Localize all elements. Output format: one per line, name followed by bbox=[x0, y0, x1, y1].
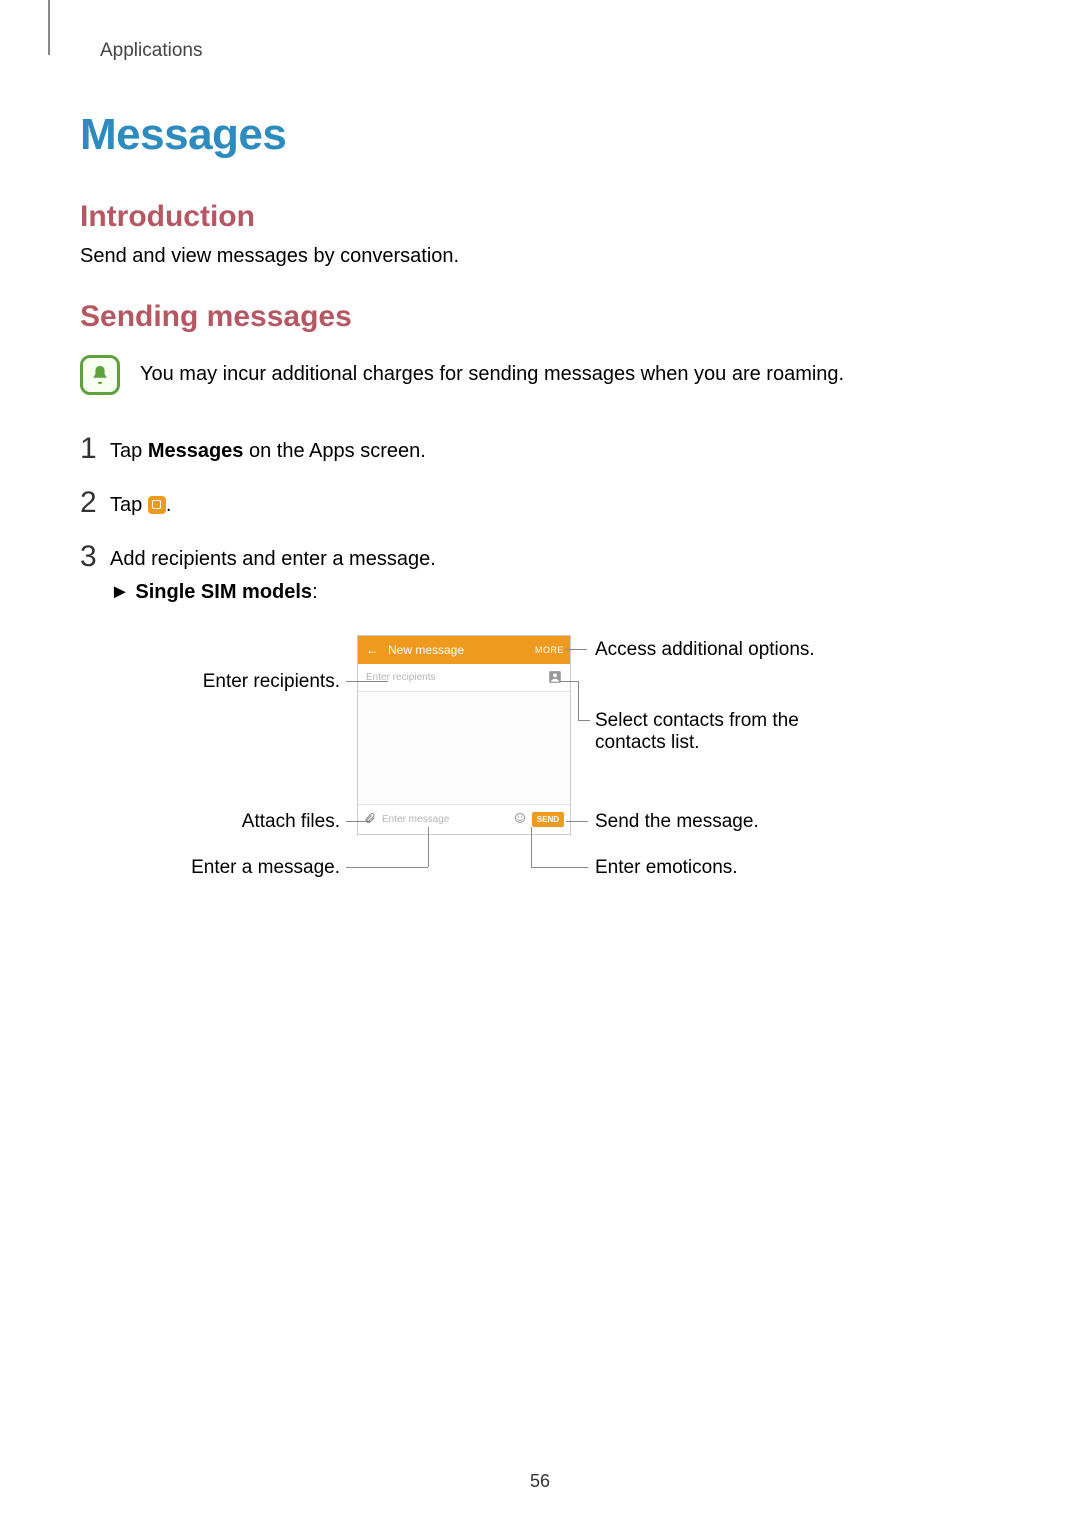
step-number-1: 1 bbox=[80, 432, 97, 466]
leader-more bbox=[565, 649, 587, 650]
phone-send-button: SEND bbox=[532, 812, 564, 827]
callout-emoticons: Enter emoticons. bbox=[595, 857, 738, 879]
diagram: ← New message MORE Enter recipients Ente… bbox=[0, 635, 1080, 915]
phone-more-label: MORE bbox=[535, 645, 564, 655]
step-number-2: 2 bbox=[80, 486, 97, 520]
callout-more: Access additional options. bbox=[595, 639, 815, 661]
step-1: 1 Tap Messages on the Apps screen. bbox=[80, 440, 426, 463]
page-title: Messages bbox=[80, 110, 286, 160]
bell-icon bbox=[80, 355, 120, 395]
step-3: 3 Add recipients and enter a message. bbox=[80, 548, 436, 571]
callout-enter-recipients: Enter recipients. bbox=[203, 671, 340, 693]
phone-input-row: Enter message SEND bbox=[358, 804, 570, 834]
emoticon-icon bbox=[514, 811, 526, 829]
leader-enter-msg-v bbox=[428, 827, 429, 867]
step2-post: . bbox=[166, 494, 172, 516]
leader-contacts-v bbox=[578, 681, 579, 721]
intro-body-text: Send and view messages by conversation. bbox=[80, 245, 459, 268]
step1-post: on the Apps screen. bbox=[243, 440, 425, 462]
step1-bold: Messages bbox=[148, 440, 244, 462]
leader-recipients bbox=[346, 681, 388, 682]
phone-title: New message bbox=[388, 643, 464, 657]
leader-attach bbox=[346, 821, 370, 822]
bullet-bold: Single SIM models bbox=[135, 581, 312, 603]
phone-body bbox=[358, 692, 570, 804]
leader-enter-msg-h bbox=[346, 867, 428, 868]
breadcrumb: Applications bbox=[100, 40, 202, 62]
step-number-3: 3 bbox=[80, 540, 97, 574]
bullet-post: : bbox=[312, 581, 318, 603]
callout-send: Send the message. bbox=[595, 811, 759, 833]
leader-send bbox=[566, 821, 588, 822]
compose-icon bbox=[148, 496, 166, 514]
leader-contacts-h2 bbox=[578, 720, 590, 721]
paperclip-icon bbox=[364, 811, 376, 829]
callout-enter-message: Enter a message. bbox=[191, 857, 340, 879]
phone-mock: ← New message MORE Enter recipients Ente… bbox=[357, 635, 571, 835]
leader-contacts-h1 bbox=[560, 681, 578, 682]
step3-text: Add recipients and enter a message. bbox=[110, 548, 436, 570]
phone-message-placeholder: Enter message bbox=[382, 814, 508, 825]
back-arrow-icon: ← bbox=[366, 643, 378, 657]
callout-contacts: Select contacts from the contacts list. bbox=[595, 710, 855, 754]
leader-emoticons-v bbox=[531, 827, 532, 867]
leader-emoticons-h bbox=[531, 867, 588, 868]
section-heading-sending: Sending messages bbox=[80, 300, 352, 334]
sub-bullet-single-sim: ► Single SIM models: bbox=[110, 581, 318, 604]
phone-recipients-row: Enter recipients bbox=[358, 664, 570, 692]
step1-pre: Tap bbox=[110, 440, 148, 462]
note-text: You may incur additional charges for sen… bbox=[140, 363, 970, 386]
phone-header: ← New message MORE bbox=[358, 636, 570, 664]
manual-page: Applications Messages Introduction Send … bbox=[0, 0, 1080, 1527]
callout-attach-files: Attach files. bbox=[242, 811, 340, 833]
step-2: 2 Tap . bbox=[80, 494, 171, 517]
note-block: You may incur additional charges for sen… bbox=[80, 355, 120, 395]
page-number: 56 bbox=[0, 1471, 1080, 1492]
section-heading-introduction: Introduction bbox=[80, 200, 255, 234]
step2-pre: Tap bbox=[110, 494, 148, 516]
bullet-arrow: ► bbox=[110, 581, 130, 603]
page-tab-mark bbox=[48, 0, 50, 55]
